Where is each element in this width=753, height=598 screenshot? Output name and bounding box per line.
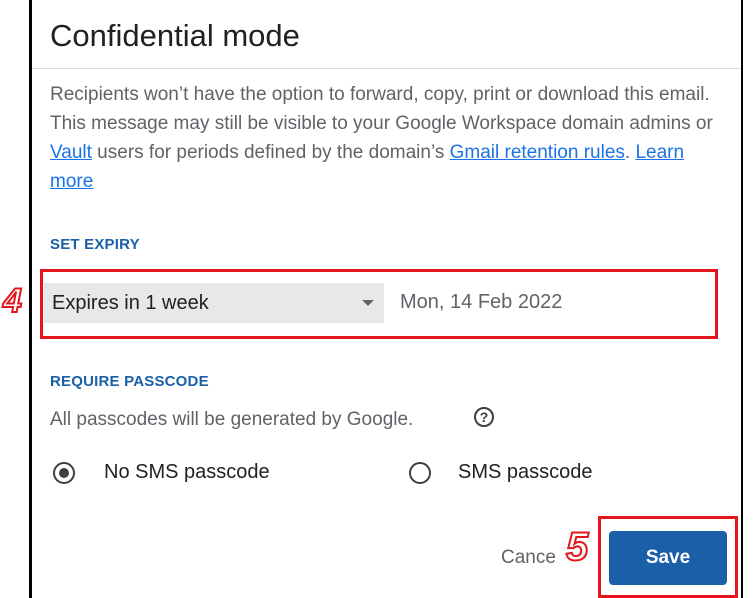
no-sms-passcode-label[interactable]: No SMS passcode [104, 461, 270, 484]
set-expiry-label: SET EXPIRY [50, 236, 140, 253]
left-border [29, 0, 32, 598]
dialog-title: Confidential mode [50, 18, 300, 53]
step-5-number: 5 [565, 525, 589, 569]
radio-selected-dot [59, 468, 69, 478]
no-sms-passcode-radio[interactable] [53, 462, 75, 484]
dialog-description: Recipients won’t have the option to forw… [50, 80, 730, 196]
title-divider [32, 68, 741, 69]
require-passcode-label: REQUIRE PASSCODE [50, 373, 209, 390]
gmail-retention-rules-link[interactable]: Gmail retention rules [450, 142, 625, 163]
description-text: Recipients won’t have the option to forw… [50, 84, 713, 134]
description-text: . [624, 142, 636, 163]
cancel-button[interactable]: Cance [501, 547, 556, 569]
step-4-number: 4 [2, 282, 23, 320]
vault-link[interactable]: Vault [50, 142, 92, 163]
help-icon[interactable]: ? [474, 407, 494, 427]
step-4-highlight-box [40, 269, 718, 339]
step-5-highlight-box [598, 516, 738, 598]
right-border [741, 0, 743, 598]
description-text: users for periods defined by the domain’… [91, 142, 450, 163]
sms-passcode-label[interactable]: SMS passcode [458, 461, 593, 484]
sms-passcode-radio[interactable] [409, 462, 431, 484]
passcode-note: All passcodes will be generated by Googl… [50, 409, 414, 430]
